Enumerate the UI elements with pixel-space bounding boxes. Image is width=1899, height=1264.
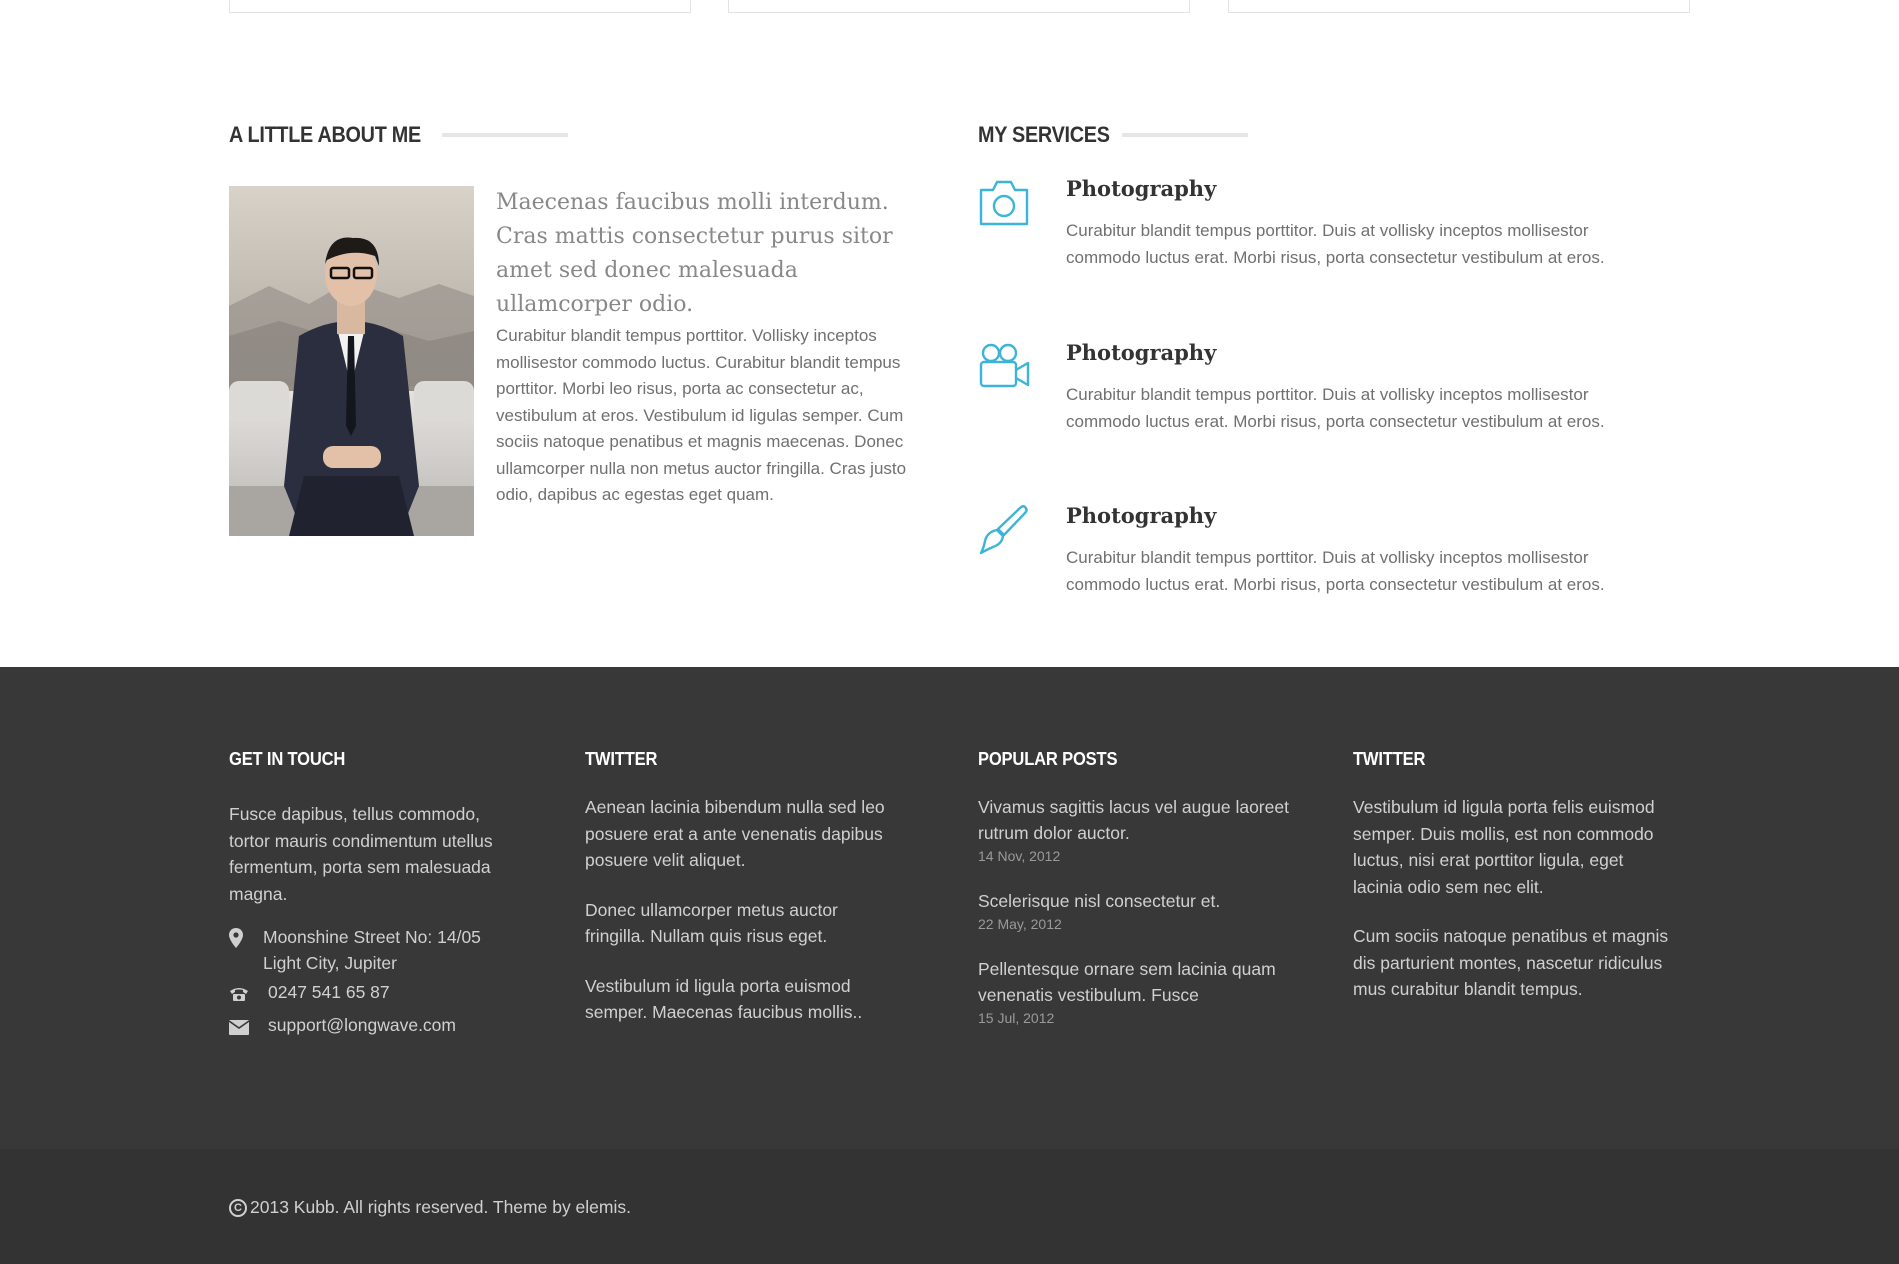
about-body: Curabitur blandit tempus porttitor. Voll… <box>496 326 907 504</box>
about-photo <box>229 186 474 536</box>
contact-address: Moonshine Street No: 14/05 Light City, J… <box>229 924 519 976</box>
tweet-item: Donec ullamcorper metus auctor fringilla… <box>585 899 838 947</box>
footer-heading: TWITTER <box>1353 749 1426 769</box>
copyright-text: 2013 Kubb. All rights reserved. Theme by… <box>250 1197 631 1217</box>
map-pin-icon <box>229 924 263 955</box>
card-stub <box>728 0 1190 13</box>
post-list: Vivamus sagittis lacus vel augue laoreet… <box>978 794 1308 1028</box>
tweet-item: Cum sociis natoque penatibus et magnis d… <box>1353 926 1669 999</box>
camera-icon <box>978 176 1030 228</box>
portrait-image <box>229 186 474 536</box>
address-line2: Light City, Jupiter <box>263 953 397 973</box>
post-item: Scelerisque nisl consectetur et. 22 May,… <box>978 888 1308 934</box>
service-text: Curabitur blandit tempus porttitor. Duis… <box>1066 548 1605 594</box>
page: A LITTLE ABOUT ME Maecenas faucibus moll… <box>0 0 1899 1264</box>
address-line1: Moonshine Street No: 14/05 <box>263 927 481 947</box>
envelope-icon <box>228 1012 268 1042</box>
about-heading-text: A LITTLE ABOUT ME <box>229 122 421 147</box>
post-item: Vivamus sagittis lacus vel augue laoreet… <box>978 794 1308 866</box>
heading-rule <box>1122 133 1249 137</box>
email-link[interactable]: support@longwave.com <box>268 1012 456 1038</box>
phone-text: 0247 541 65 87 <box>268 982 390 1002</box>
service-title: Photography <box>1066 176 1217 201</box>
post-title-link[interactable]: Vivamus sagittis lacus vel augue laoreet… <box>978 794 1308 846</box>
tweet-item: Vestibulum id ligula porta felis euismod… <box>1353 797 1655 897</box>
footer-heading: GET IN TOUCH <box>229 749 346 769</box>
footer-heading: POPULAR POSTS <box>978 749 1118 769</box>
service-text: Curabitur blandit tempus porttitor. Duis… <box>1066 221 1605 267</box>
about-lead: Maecenas faucibus molli interdum. Cras m… <box>496 190 893 317</box>
post-title-link[interactable]: Pellentesque ornare sem lacinia quam ven… <box>978 956 1308 1008</box>
copyright-bar: C 2013 Kubb. All rights reserved. Theme … <box>0 1149 1899 1264</box>
post-title-link[interactable]: Scelerisque nisl consectetur et. <box>978 888 1308 914</box>
service-item: Photography Curabitur blandit tempus por… <box>978 176 1658 286</box>
footer-twitter: TWITTER Vestibulum id ligula porta felis… <box>1353 749 1673 1026</box>
service-item: Photography Curabitur blandit tempus por… <box>978 340 1658 450</box>
address-text: Moonshine Street No: 14/05 Light City, J… <box>263 924 481 976</box>
service-text: Curabitur blandit tempus porttitor. Duis… <box>1066 385 1605 431</box>
contact-intro-text: Fusce dapibus, tellus commodo, tortor ma… <box>229 804 493 904</box>
services-heading-text: MY SERVICES <box>978 122 1110 147</box>
post-item: Pellentesque ornare sem lacinia quam ven… <box>978 956 1308 1028</box>
tweet-item: Vestibulum id ligula porta euismod sempe… <box>585 975 863 1023</box>
tweet-list: Aenean lacinia bibendum nulla sed leo po… <box>585 794 885 1026</box>
footer: GET IN TOUCH Fusce dapibus, tellus commo… <box>0 667 1899 1149</box>
service-item: Photography Curabitur blandit tempus por… <box>978 503 1658 613</box>
services-heading: MY SERVICES <box>978 122 1249 148</box>
heading-rule <box>442 133 569 137</box>
footer-contact: GET IN TOUCH Fusce dapibus, tellus commo… <box>228 749 519 1045</box>
contact-intro: Fusce dapibus, tellus commodo, tortor ma… <box>229 801 519 907</box>
paint-brush-icon <box>978 503 1030 555</box>
post-date: 22 May, 2012 <box>978 916 1062 932</box>
about-heading: A LITTLE ABOUT ME <box>229 122 569 148</box>
card-stub <box>229 0 691 13</box>
service-title: Photography <box>1066 503 1217 528</box>
phone-icon <box>229 979 268 1009</box>
footer-popular-posts: POPULAR POSTS Vivamus sagittis lacus vel… <box>978 749 1308 1050</box>
tweet-list: Vestibulum id ligula porta felis euismod… <box>1353 794 1673 1003</box>
service-title: Photography <box>1066 340 1217 365</box>
video-camera-icon <box>978 340 1030 392</box>
copyright: C 2013 Kubb. All rights reserved. Theme … <box>229 1197 631 1218</box>
post-date: 14 Nov, 2012 <box>978 848 1061 864</box>
contact-email: support@longwave.com <box>228 1012 519 1042</box>
post-date: 15 Jul, 2012 <box>978 1010 1055 1026</box>
copyright-icon: C <box>229 1198 247 1217</box>
footer-twitter: TWITTER Aenean lacinia bibendum nulla se… <box>585 749 885 1049</box>
tweet-item: Aenean lacinia bibendum nulla sed leo po… <box>585 797 885 870</box>
contact-phone: 0247 541 65 87 <box>229 979 519 1009</box>
card-stub <box>1228 0 1690 13</box>
footer-heading: TWITTER <box>585 749 658 769</box>
